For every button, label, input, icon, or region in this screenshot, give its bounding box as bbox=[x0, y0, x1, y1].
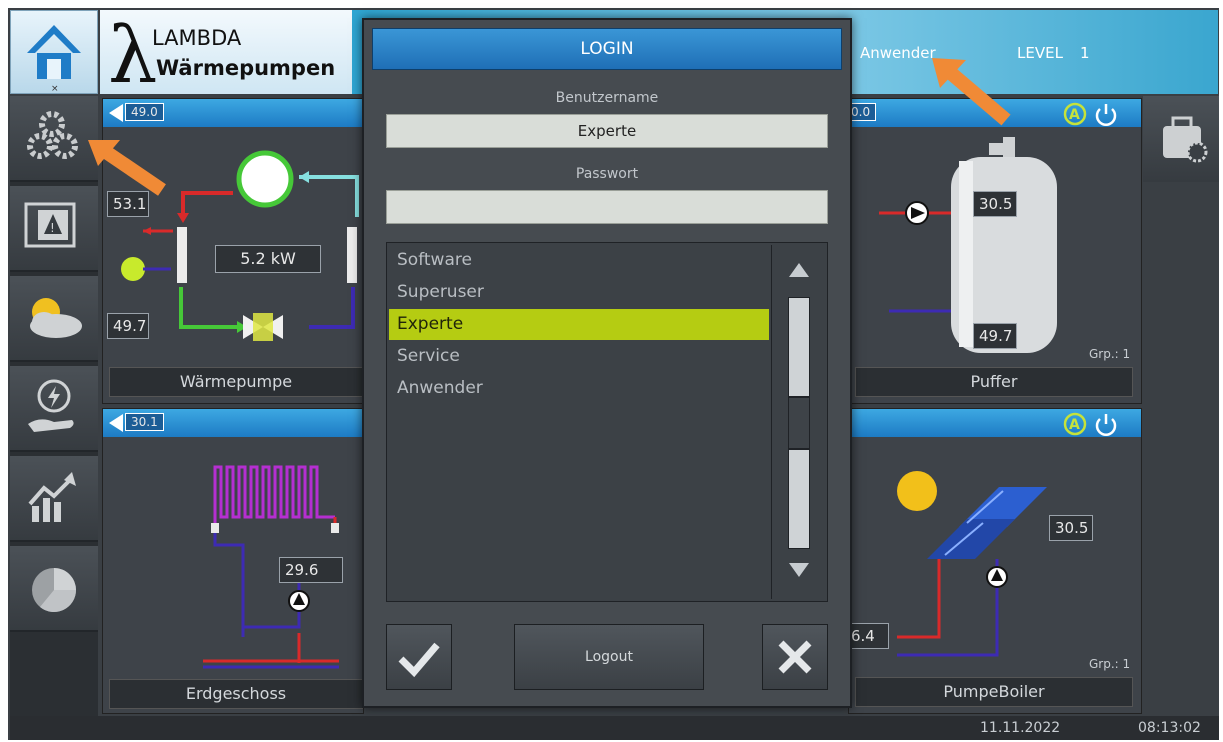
level-value: 1 bbox=[1080, 44, 1090, 62]
annotation-arrow-icon bbox=[88, 140, 166, 196]
boiler-panel-bar: A bbox=[849, 409, 1141, 437]
weather-icon bbox=[30, 298, 82, 338]
checkmark-icon bbox=[398, 642, 440, 678]
home-icon: × bbox=[27, 25, 81, 94]
heatpump-panel-bar: 49.0 bbox=[103, 99, 363, 127]
user-list-item-selected[interactable]: Experte bbox=[389, 309, 769, 340]
user-list-item[interactable]: Service bbox=[389, 341, 769, 372]
password-label: Passwort bbox=[575, 166, 639, 182]
svg-text:λ: λ bbox=[108, 11, 157, 94]
username-label: Benutzername bbox=[555, 90, 659, 106]
svg-text:A: A bbox=[1069, 107, 1080, 123]
svg-text:A: A bbox=[1069, 417, 1080, 433]
close-icon bbox=[778, 640, 812, 674]
auto-mode-icon: A bbox=[1063, 102, 1087, 126]
status-date: 11.11.2022 bbox=[980, 720, 1061, 736]
status-bar: 11.11.2022 08:13:02 bbox=[10, 716, 1219, 740]
buffer-temp-bottom: 49.7 bbox=[973, 323, 1017, 349]
buffer-temp-top: 30.5 bbox=[973, 191, 1017, 217]
home-button[interactable]: × bbox=[10, 10, 98, 94]
right-sidebar bbox=[1143, 96, 1219, 716]
login-title: LOGIN bbox=[372, 28, 842, 70]
flag-icon bbox=[109, 414, 123, 432]
buffer-label: Puffer bbox=[855, 367, 1133, 397]
scrollbar-track-lower bbox=[788, 449, 810, 549]
logo-line1: LAMBDA bbox=[152, 26, 242, 50]
heatpump-power: 5.2 kW bbox=[215, 245, 321, 273]
report-button[interactable] bbox=[10, 546, 98, 632]
floor-temp: 29.6 bbox=[279, 557, 343, 583]
statistics-button[interactable] bbox=[10, 456, 98, 542]
solar-boiler-diagram bbox=[897, 471, 1047, 657]
confirm-button[interactable] bbox=[386, 624, 452, 690]
status-time: 08:13:02 bbox=[1138, 720, 1201, 736]
scroll-up-icon[interactable] bbox=[789, 263, 809, 277]
level-label: LEVEL bbox=[1017, 44, 1063, 62]
logout-button[interactable]: Logout bbox=[514, 624, 704, 690]
buffer-group: Grp.: 1 bbox=[1089, 347, 1131, 361]
heatpump-label: Wärmepumpe bbox=[109, 367, 363, 397]
user-list-scrollbar[interactable] bbox=[771, 245, 826, 599]
password-field[interactable] bbox=[386, 190, 828, 224]
auto-mode-icon: A bbox=[1063, 412, 1087, 436]
user-list-item[interactable]: Anwender bbox=[389, 373, 769, 404]
logo-line2: Wärmepumpen bbox=[156, 56, 336, 80]
boiler-label: PumpeBoiler bbox=[855, 677, 1133, 707]
user-list-item[interactable]: Software bbox=[389, 245, 769, 276]
floor-bar-value: 30.1 bbox=[125, 413, 164, 431]
annotation-arrow-icon bbox=[932, 58, 1011, 126]
pie-chart-icon bbox=[32, 568, 77, 613]
boiler-panel[interactable]: A 30.5 6.4 Grp.: 1 PumpeBoiler bbox=[845, 408, 1142, 714]
service-button[interactable] bbox=[1143, 96, 1219, 182]
login-dialog: LOGIN Benutzername Experte Passwort Soft… bbox=[362, 18, 852, 708]
floor-panel[interactable]: 30.1 29.6 Erdgeschoss bbox=[102, 408, 364, 714]
scroll-down-icon[interactable] bbox=[789, 563, 809, 577]
heatpump-bar-value: 49.0 bbox=[125, 103, 164, 121]
floor-panel-bar: 30.1 bbox=[103, 409, 363, 437]
flag-icon bbox=[109, 104, 123, 122]
current-user[interactable]: Anwender bbox=[860, 44, 936, 62]
power-icon[interactable] bbox=[1093, 102, 1119, 126]
user-list[interactable]: Software Superuser Experte Service Anwen… bbox=[386, 242, 828, 602]
solar-temp: 30.5 bbox=[1049, 515, 1093, 541]
trend-chart-icon bbox=[28, 472, 76, 522]
floor-label: Erdgeschoss bbox=[109, 679, 363, 709]
user-list-item[interactable]: Superuser bbox=[389, 277, 769, 308]
username-field[interactable]: Experte bbox=[386, 114, 828, 148]
cancel-button[interactable] bbox=[762, 624, 828, 690]
svg-text:!: ! bbox=[50, 221, 55, 235]
svg-text:×: × bbox=[51, 84, 59, 93]
boiler-group: Grp.: 1 bbox=[1089, 657, 1131, 671]
scrollbar-track-upper bbox=[788, 297, 810, 397]
scrollbar-thumb[interactable] bbox=[788, 397, 810, 449]
toolbox-icon bbox=[1163, 116, 1208, 163]
buffer-panel[interactable]: 0.0 A 30.5 49.7 Grp.: 1 Puffer bbox=[845, 98, 1142, 404]
brand-logo: λ LAMBDA Wärmepumpen bbox=[100, 10, 352, 101]
weather-button[interactable] bbox=[10, 276, 98, 362]
power-icon[interactable] bbox=[1093, 412, 1119, 436]
energy-hand-icon bbox=[28, 379, 74, 432]
heatpump-temp-out: 49.7 bbox=[107, 313, 149, 339]
energy-button[interactable] bbox=[10, 366, 98, 452]
